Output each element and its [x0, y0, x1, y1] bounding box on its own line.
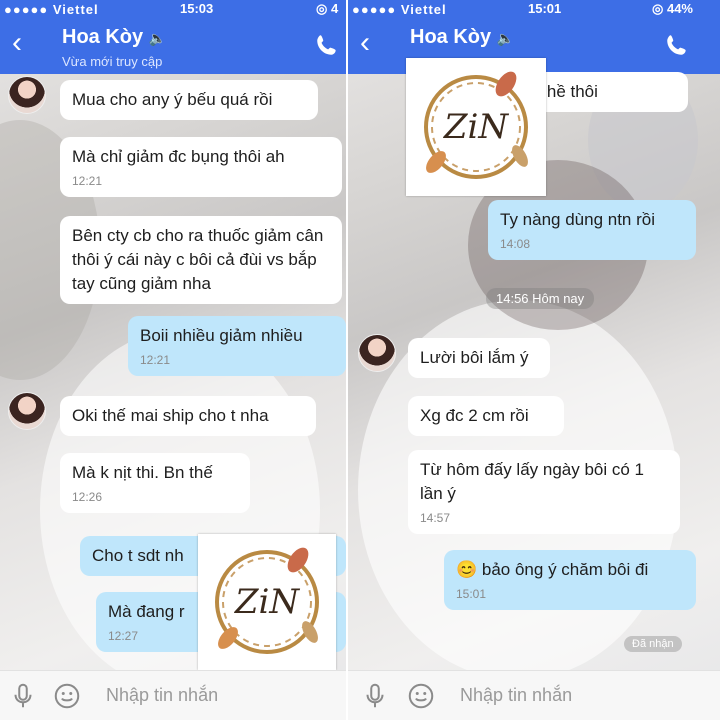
avatar[interactable] [8, 76, 46, 114]
last-active-status: Vừa mới truy cập [62, 54, 163, 69]
message-bubble[interactable]: Ty nàng dùng ntn rồi 14:08 [488, 200, 696, 260]
back-button[interactable]: ‹ [12, 28, 22, 58]
carrier-signal: ●●●●● Viettel [352, 2, 447, 17]
right-chat-screen: ●●●●● Viettel 15:01 ◎ 44% ‹ Hoa Kòy 🔈 ối… [348, 0, 720, 720]
message-input-bar: Nhập tin nhắn [0, 670, 348, 720]
watermark-logo: ZiN [406, 58, 546, 196]
left-chat-screen: ●●●●● Viettel 15:03 ◎ 4 ‹ Hoa Kòy 🔈 Vừa … [0, 0, 348, 720]
chat-header: ‹ Hoa Kòy 🔈 Vừa mới truy cập [0, 18, 348, 74]
delivered-status: Đã nhận [624, 636, 682, 652]
watermark-logo: ZiN [198, 534, 336, 670]
carrier-signal: ●●●●● Viettel [4, 2, 99, 17]
emoji-icon[interactable] [406, 681, 436, 711]
message-bubble[interactable]: Oki thế mai ship cho t nha [60, 396, 316, 436]
phone-icon[interactable] [314, 32, 340, 58]
contact-name[interactable]: Hoa Kòy 🔈 [62, 26, 166, 49]
back-button[interactable]: ‹ [360, 28, 370, 58]
contact-name[interactable]: Hoa Kòy 🔈 [410, 26, 514, 49]
speaker-icon: 🔈 [148, 30, 167, 46]
microphone-icon[interactable] [360, 681, 390, 711]
watermark-text: ZiN [234, 582, 300, 622]
message-bubble[interactable]: Xg đc 2 cm rồi [408, 396, 564, 436]
clock: 15:01 [528, 1, 562, 16]
message-bubble[interactable]: Mua cho any ý bếu quá rồi [60, 80, 318, 120]
message-bubble[interactable]: Mà k nịt thi. Bn thế 12:26 [60, 453, 250, 513]
message-bubble[interactable]: Từ hôm đấy lấy ngày bôi có 1 lần ý 14:57 [408, 450, 680, 534]
wifi-icon: ◎ [652, 1, 667, 16]
clock: 15:03 [180, 1, 214, 16]
message-bubble[interactable]: Bên cty cb cho ra thuốc giảm cân thôi ý … [60, 216, 342, 304]
battery-indicator: ◎ 4 [316, 1, 339, 16]
date-separator: 14:56 Hôm nay [486, 288, 595, 309]
message-input-bar: Nhập tin nhắn [348, 670, 720, 720]
battery-indicator: ◎ 44% [652, 1, 693, 16]
speaker-icon: 🔈 [496, 30, 515, 46]
status-bar: ●●●●● Viettel 15:01 ◎ 44% [348, 0, 720, 18]
avatar[interactable] [8, 392, 46, 430]
message-input[interactable]: Nhập tin nhắn [460, 685, 572, 706]
avatar[interactable] [358, 334, 396, 372]
microphone-icon[interactable] [8, 681, 38, 711]
status-bar: ●●●●● Viettel 15:03 ◎ 4 [0, 0, 348, 18]
phone-icon[interactable] [664, 32, 690, 58]
message-bubble[interactable]: 😊 bảo ông ý chăm bôi đi 15:01 [444, 550, 696, 610]
message-input[interactable]: Nhập tin nhắn [106, 685, 218, 706]
watermark-text: ZiN [443, 107, 509, 147]
message-bubble[interactable]: Lười bôi lắm ý [408, 338, 550, 378]
message-bubble[interactable]: Mà chỉ giảm đc bụng thôi ah 12:21 [60, 137, 342, 197]
emoji-icon[interactable] [52, 681, 82, 711]
message-bubble[interactable]: Boii nhiều giảm nhiều 12:21 [128, 316, 346, 376]
wifi-icon: ◎ [316, 1, 331, 16]
